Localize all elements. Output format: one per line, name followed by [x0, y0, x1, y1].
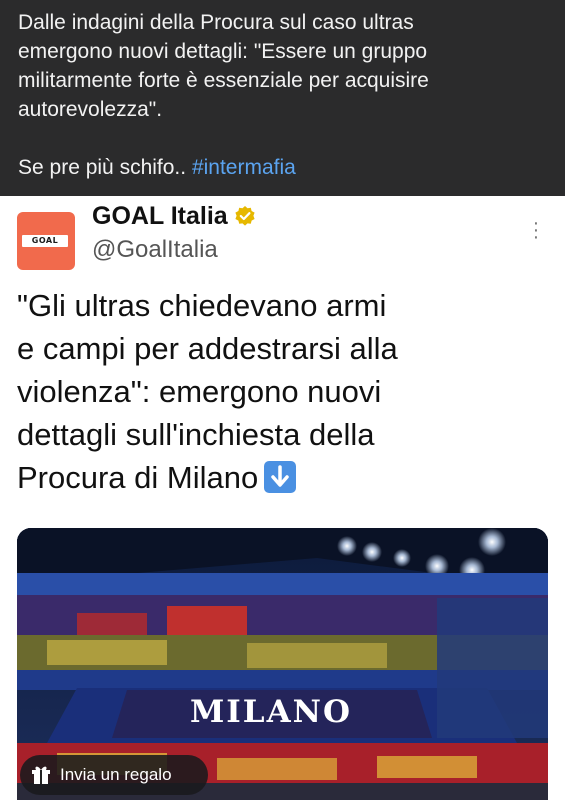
quote-post-line: emergono nuovi dettagli: "Essere un grup… [18, 40, 428, 63]
quote-post-line: Dalle indagini della Procura sul caso ul… [18, 11, 414, 34]
quote-post-line: militarmente forte è essenziale per acqu… [18, 69, 429, 92]
post-text-line: violenza": emergono nuovi [17, 374, 382, 409]
avatar[interactable]: GOAL [17, 212, 75, 270]
embedded-post[interactable]: GOAL GOAL Italia @GoalItalia · · · "Gli ul… [0, 196, 565, 800]
quote-post-line: autorevolezza". [18, 98, 163, 121]
comment-text: Se pre più schifo.. [18, 156, 192, 179]
verified-badge-icon [235, 206, 255, 226]
milano-banner: MILANO [189, 694, 352, 730]
more-options-icon[interactable]: · · · [528, 213, 544, 247]
post-text-line: dettagli sull'inchiesta della [17, 417, 375, 452]
post-text: "Gli ultras chiedevano armi e campi per … [17, 284, 537, 499]
send-gift-button[interactable]: Invia un regalo [20, 755, 208, 795]
post-text-line: Procura di Milano [17, 456, 537, 499]
down-arrow-emoji-icon [264, 461, 297, 493]
quote-post: Dalle indagini della Procura sul caso ul… [0, 0, 565, 196]
post-text-line: e campi per addestrarsi alla [17, 331, 398, 366]
send-gift-label: Invia un regalo [60, 765, 172, 784]
goal-logo: GOAL [22, 235, 68, 247]
account-handle[interactable]: @GoalItalia [92, 236, 218, 264]
hashtag-link[interactable]: #intermafia [192, 156, 296, 179]
account-name[interactable]: GOAL Italia [92, 202, 256, 231]
post-text-last: Procura di Milano [17, 460, 259, 495]
gift-icon [32, 766, 50, 784]
post-text-line: "Gli ultras chiedevano armi [17, 288, 387, 323]
quote-post-comment: Se pre più schifo.. #intermafia [18, 153, 547, 182]
account-name-text: GOAL Italia [92, 202, 228, 230]
